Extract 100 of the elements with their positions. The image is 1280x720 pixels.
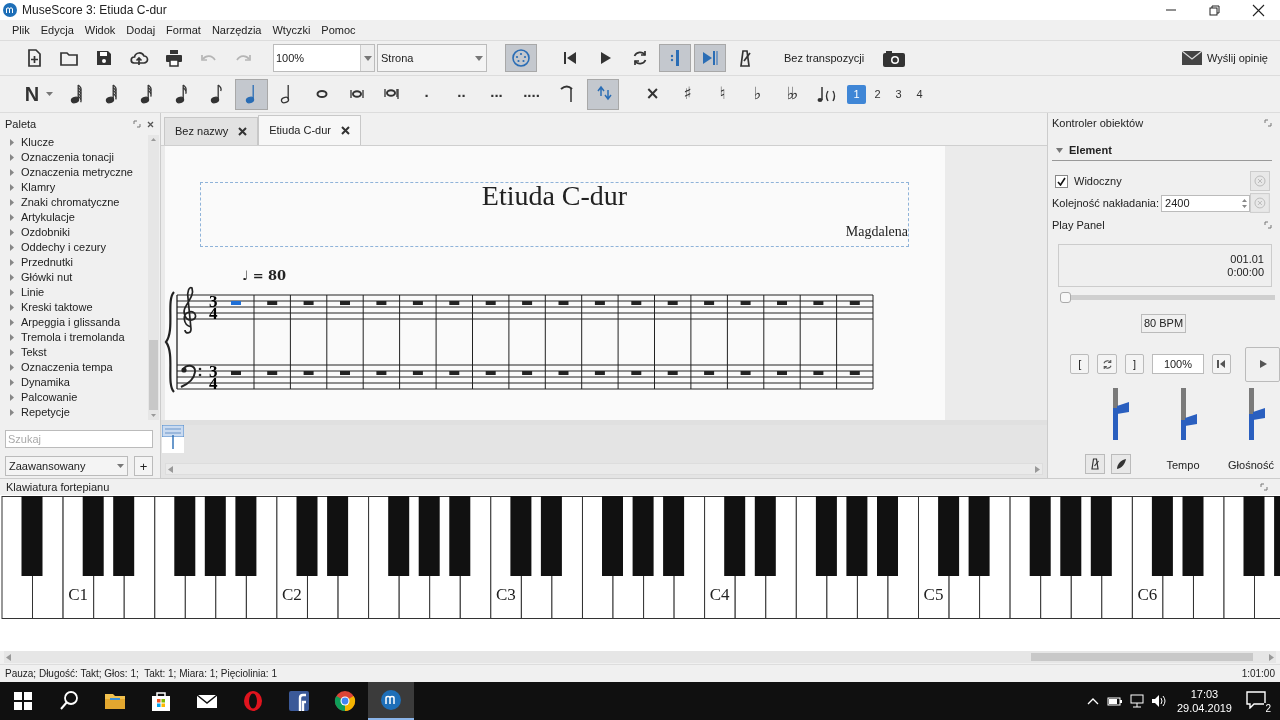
tray-caret-icon[interactable]: [1086, 697, 1099, 705]
palette-item[interactable]: Oznaczenia metryczne: [5, 165, 148, 180]
whole-rest[interactable]: [376, 300, 387, 305]
scrollbar-thumb[interactable]: [1031, 653, 1253, 661]
play-button[interactable]: [1245, 346, 1280, 382]
battery-icon[interactable]: [1106, 694, 1123, 708]
slider-handle[interactable]: [1252, 407, 1265, 420]
seek-slider-thumb[interactable]: [1060, 292, 1071, 303]
metronome-button[interactable]: [1085, 453, 1105, 474]
whole-rest[interactable]: [740, 300, 751, 305]
voice-button[interactable]: 4: [910, 84, 929, 104]
whole-rest[interactable]: [376, 370, 387, 375]
accidental-button[interactable]: ×: [633, 78, 668, 110]
restore-icon[interactable]: [1207, 3, 1221, 17]
menu-item[interactable]: Edycja: [35, 21, 79, 39]
feedback-button[interactable]: Wyślij opinię: [1180, 49, 1268, 67]
palette-item[interactable]: Klucze: [5, 135, 148, 150]
piano-keyboard-drawing[interactable]: [1, 496, 1280, 619]
whole-rest[interactable]: [412, 300, 423, 305]
whole-rest[interactable]: [631, 300, 642, 305]
whole-rest[interactable]: [412, 370, 423, 375]
menu-item[interactable]: Pomoc: [316, 21, 361, 39]
network-icon[interactable]: [1128, 694, 1145, 708]
note-input-button[interactable]: N: [18, 80, 46, 108]
whole-rest[interactable]: [704, 370, 715, 375]
palette-item[interactable]: Oznaczenia tonacji: [5, 150, 148, 165]
palette-item[interactable]: Palcowanie: [5, 390, 148, 405]
navigator-thumbnail[interactable]: [162, 425, 184, 454]
close-icon[interactable]: [1251, 3, 1265, 17]
whole-rest[interactable]: [449, 370, 460, 375]
palette-item[interactable]: Repetycje: [5, 405, 148, 420]
document-tab[interactable]: Bez nazwy: [164, 116, 259, 145]
whole-rest[interactable]: [813, 370, 824, 375]
search-field[interactable]: Szukaj: [5, 430, 153, 448]
volume-icon[interactable]: [1150, 694, 1167, 708]
palette-item[interactable]: Klamry: [5, 180, 148, 195]
document-tab[interactable]: Etiuda C-dur: [258, 114, 361, 145]
rewind-button[interactable]: [1211, 354, 1232, 374]
whole-rest[interactable]: [303, 370, 314, 375]
menu-item[interactable]: Plik: [7, 21, 35, 39]
notification-icon[interactable]: [1246, 691, 1266, 709]
dot-button[interactable]: ...: [480, 78, 513, 110]
loop-button[interactable]: [1097, 354, 1117, 374]
clock[interactable]: 17:03 29.04.2019: [1176, 687, 1232, 715]
stacking-order-field[interactable]: 2400: [1161, 194, 1251, 212]
taskbar-button[interactable]: [368, 682, 414, 720]
whole-rest[interactable]: [267, 370, 278, 375]
palette-item[interactable]: Tremola i tremolanda: [5, 330, 148, 345]
menu-item[interactable]: Format: [161, 21, 206, 39]
whole-rest[interactable]: [449, 300, 460, 305]
palette-item[interactable]: Oddechy i cezury: [5, 240, 148, 255]
close-icon[interactable]: [238, 126, 248, 136]
add-palette-button[interactable]: +: [134, 456, 153, 476]
scrollbar[interactable]: [148, 135, 159, 420]
palette-item[interactable]: Znaki chromatyczne: [5, 195, 148, 210]
whole-rest[interactable]: [594, 370, 605, 375]
loop-out-button[interactable]: ]: [1124, 354, 1145, 374]
spin-arrows-icon[interactable]: [1240, 196, 1250, 210]
accidental-button[interactable]: ♯: [668, 78, 703, 110]
count-in-button[interactable]: [1111, 453, 1131, 474]
palette-item[interactable]: Ozdobniki: [5, 225, 148, 240]
dot-button[interactable]: ..: [445, 78, 478, 110]
whole-rest[interactable]: [522, 300, 533, 305]
palette-item[interactable]: Kreski taktowe: [5, 300, 148, 315]
whole-rest[interactable]: [813, 300, 824, 305]
whole-rest[interactable]: [849, 370, 860, 375]
whole-rest[interactable]: [485, 370, 496, 375]
section-header[interactable]: Element: [1052, 141, 1272, 161]
voice-button[interactable]: 2: [868, 84, 887, 104]
dot-button[interactable]: .: [410, 78, 443, 110]
seek-slider[interactable]: [1060, 292, 1275, 303]
scrollbar-thumb[interactable]: [149, 340, 158, 410]
horizontal-scrollbar[interactable]: [4, 651, 1276, 663]
voice-button[interactable]: 1: [847, 84, 866, 104]
palette-item[interactable]: Dynamika: [5, 375, 148, 390]
palette-item[interactable]: Tekst: [5, 345, 148, 360]
palette-item[interactable]: Przednutki: [5, 255, 148, 270]
menu-item[interactable]: Widok: [79, 21, 121, 39]
slider-handle[interactable]: [1184, 413, 1197, 426]
accidental-button[interactable]: ♭♭: [773, 78, 808, 110]
whole-rest[interactable]: [594, 300, 605, 305]
loop-in-button[interactable]: [: [1070, 354, 1090, 374]
palette-item[interactable]: Linie: [5, 285, 148, 300]
palette-item[interactable]: Oznaczenia tempa: [5, 360, 148, 375]
voice-button[interactable]: 3: [889, 84, 908, 104]
dropdown-arrow-icon[interactable]: [46, 92, 53, 96]
whole-rest[interactable]: [522, 370, 533, 375]
whole-rest[interactable]: [303, 300, 314, 305]
dot-button[interactable]: ....: [515, 78, 548, 110]
whole-rest[interactable]: [485, 300, 496, 305]
whole-rest[interactable]: [667, 300, 678, 305]
accidental-button[interactable]: ♮: [703, 78, 738, 110]
whole-rest[interactable]: [631, 370, 642, 375]
tool-button[interactable]: [587, 78, 619, 110]
whole-rest[interactable]: [704, 300, 715, 305]
whole-rest[interactable]: [267, 300, 278, 305]
whole-rest[interactable]: [740, 370, 751, 375]
zoom-field[interactable]: 100%: [273, 44, 375, 72]
checkbox[interactable]: [1055, 174, 1068, 188]
palette-item[interactable]: Główki nut: [5, 270, 148, 285]
